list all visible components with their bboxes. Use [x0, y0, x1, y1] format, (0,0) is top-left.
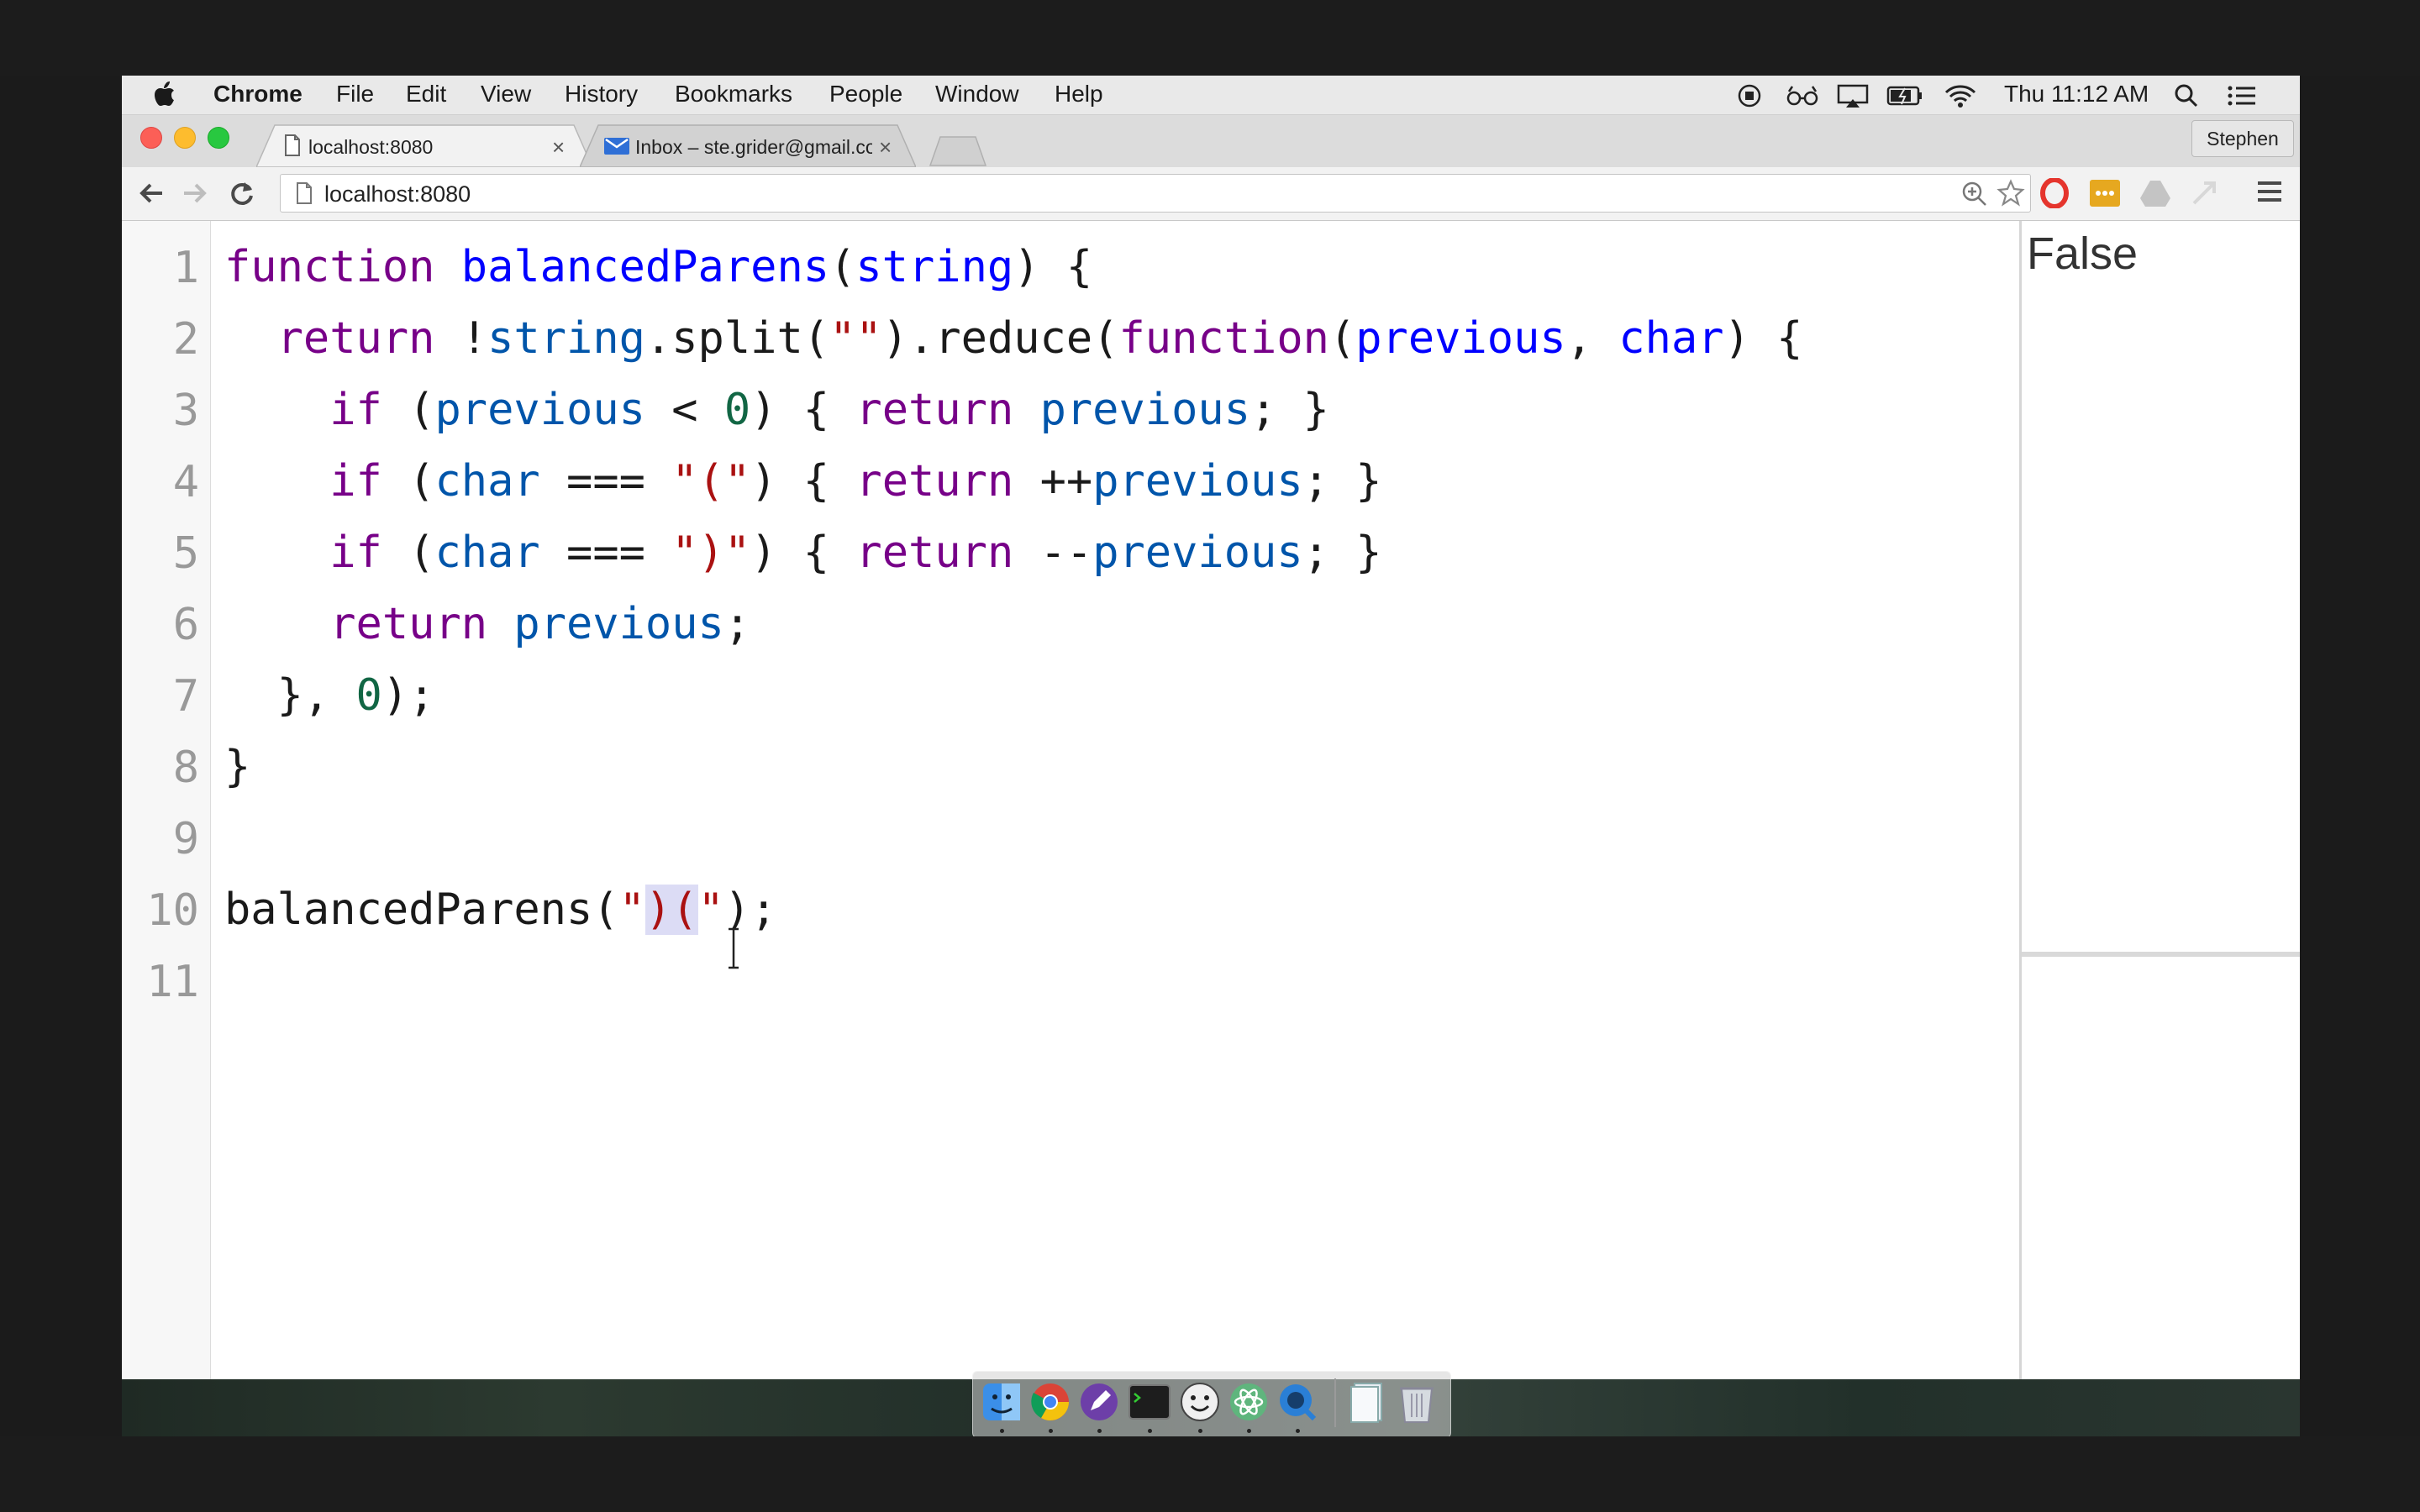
chrome-icon[interactable] [1030, 1382, 1071, 1422]
documents-folder-icon[interactable] [1348, 1382, 1388, 1424]
inbox-icon [604, 138, 629, 155]
opera-extension-icon[interactable] [2039, 178, 2070, 208]
line-number: 2 [172, 314, 199, 365]
menu-bookmarks[interactable]: Bookmarks [675, 81, 792, 108]
airplay-icon[interactable] [1836, 83, 1870, 108]
battery-icon[interactable] [1886, 83, 1923, 108]
text-cursor-icon [729, 927, 739, 969]
tab-close-icon[interactable]: × [552, 134, 565, 160]
trash-icon[interactable] [1397, 1382, 1437, 1424]
dock-separator [1334, 1378, 1336, 1427]
back-arrow-icon[interactable] [137, 179, 166, 207]
code-line-5: if (char === ")") { return --previous; } [329, 528, 1382, 578]
running-indicator [1198, 1429, 1202, 1433]
running-indicator [1148, 1429, 1152, 1433]
page-icon [285, 134, 300, 156]
line-number: 4 [172, 457, 199, 507]
zoom-window-button[interactable] [208, 127, 229, 149]
url-text: localhost:8080 [324, 181, 471, 207]
quicktime-icon[interactable] [1277, 1382, 1318, 1422]
panel-divider[interactable] [2022, 952, 2300, 957]
code-line-7: }, 0); [224, 670, 435, 721]
code-line-3: if (previous < 0) { return previous; } [329, 385, 1329, 435]
drive-extension-icon[interactable] [2139, 178, 2172, 208]
close-window-button[interactable] [140, 127, 162, 149]
tab-strip: localhost:8080 × Inbox – ste.grider@gmai… [122, 115, 2300, 167]
code-line-10: balancedParens(")("); [224, 885, 777, 935]
tab-localhost[interactable]: localhost:8080 × [256, 123, 592, 167]
line-number: 9 [172, 814, 199, 864]
spotlight-search-icon[interactable] [2174, 83, 2199, 108]
smiley-app-icon[interactable] [1180, 1382, 1220, 1422]
line-number: 5 [172, 528, 199, 579]
address-bar[interactable]: localhost:8080 [280, 174, 2031, 213]
menu-people[interactable]: People [829, 81, 902, 108]
screen-top-letterbox [0, 0, 2420, 76]
dock [972, 1371, 1451, 1436]
running-indicator [1247, 1429, 1251, 1433]
line-number: 8 [172, 743, 199, 793]
running-indicator [1097, 1429, 1102, 1433]
menu-view[interactable]: View [481, 81, 531, 108]
running-indicator [1000, 1429, 1004, 1433]
running-indicator [1049, 1429, 1053, 1433]
menu-app-chrome[interactable]: Chrome [213, 81, 302, 108]
atom-icon[interactable] [1228, 1382, 1269, 1422]
menu-window[interactable]: Window [935, 81, 1019, 108]
line-number: 10 [146, 885, 199, 936]
editor-app-icon[interactable] [1079, 1382, 1119, 1422]
new-tab-button[interactable] [929, 135, 987, 167]
code-line-8: } [224, 742, 251, 792]
chrome-menu-icon[interactable] [2256, 178, 2283, 205]
output-panel: False [2022, 221, 2300, 1436]
line-number: 6 [172, 600, 199, 650]
wifi-icon[interactable] [1944, 83, 1977, 108]
code-line-4: if (char === "(") { return ++previous; } [329, 456, 1382, 507]
minimize-window-button[interactable] [174, 127, 196, 149]
zoom-icon[interactable] [1961, 181, 1988, 207]
result-text: False [2027, 228, 2139, 279]
faded-extension-icon[interactable] [2189, 178, 2219, 208]
menubar-clock[interactable]: Thu 11:12 AM [2004, 81, 2149, 108]
forward-arrow-icon[interactable] [181, 179, 209, 207]
code-line-1: function balancedParens(string) { [224, 242, 1093, 292]
running-indicator [1296, 1429, 1300, 1433]
code-editor[interactable]: 1 2 3 4 5 6 7 8 9 10 11 function balance… [122, 221, 2022, 1428]
terminal-icon[interactable] [1128, 1382, 1171, 1422]
line-number: 11 [146, 957, 199, 1007]
code-line-6: return previous; [329, 599, 751, 649]
menu-file[interactable]: File [336, 81, 374, 108]
glasses-icon[interactable] [1786, 83, 1819, 108]
tab-close-icon[interactable]: × [879, 134, 892, 160]
mac-menu-bar: Chrome File Edit View History Bookmarks … [122, 76, 2300, 115]
menu-history[interactable]: History [565, 81, 638, 108]
page-info-icon[interactable] [296, 182, 313, 204]
screen-record-icon[interactable] [1737, 83, 1762, 108]
line-number: 1 [172, 243, 199, 293]
browser-toolbar: localhost:8080 [122, 167, 2300, 221]
notification-center-icon[interactable] [2227, 83, 2257, 108]
desktop-screen: Chrome File Edit View History Bookmarks … [122, 76, 2300, 1436]
bookmark-star-icon[interactable] [1996, 179, 2025, 207]
line-number: 7 [172, 671, 199, 722]
menu-edit[interactable]: Edit [406, 81, 446, 108]
screen-bottom-letterbox [0, 1436, 2420, 1512]
reload-icon[interactable] [228, 179, 256, 207]
finder-icon[interactable] [981, 1382, 1022, 1422]
menu-help[interactable]: Help [1055, 81, 1103, 108]
ellipsis-extension-icon[interactable] [2088, 178, 2122, 208]
profile-button[interactable]: Stephen [2191, 120, 2294, 157]
page-content: 1 2 3 4 5 6 7 8 9 10 11 function balance… [122, 221, 2300, 1436]
line-number: 3 [172, 386, 199, 436]
code-line-2: return !string.split("").reduce(function… [276, 313, 1803, 364]
tab-label: localhost:8080 [308, 136, 434, 158]
tab-label: Inbox – ste.grider@gmail.co [635, 136, 872, 158]
tab-inbox[interactable]: Inbox – ste.grider@gmail.co × [580, 123, 916, 167]
line-number-gutter: 1 2 3 4 5 6 7 8 9 10 11 [122, 221, 211, 1428]
apple-menu-icon[interactable] [154, 81, 179, 108]
